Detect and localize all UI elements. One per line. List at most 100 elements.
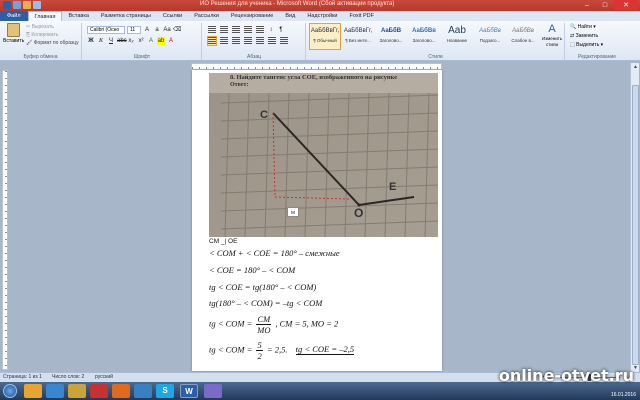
doc-line-6-mid: = 2,5. xyxy=(266,344,288,355)
italic-icon[interactable]: К xyxy=(97,37,105,45)
final-answer: tg < COE = –2,5 xyxy=(295,344,355,356)
document-page[interactable]: 8. Найдите тангенс угла COE, изображенно… xyxy=(192,70,442,371)
multilevel-list-icon[interactable] xyxy=(232,26,240,34)
tray-clock[interactable]: 16.01.2016 xyxy=(611,392,636,398)
watermark: online-otvet.ru xyxy=(498,366,634,385)
style-no-spacing[interactable]: АаБбВвГг, ¶ Без инте... xyxy=(342,23,374,50)
style-sample: АаБбВ xyxy=(380,28,402,34)
tab-references[interactable]: Ссылки xyxy=(157,11,188,21)
vertical-ruler[interactable] xyxy=(2,70,8,370)
clear-format-icon[interactable]: ⌫ xyxy=(173,26,181,34)
tab-file[interactable]: Файл xyxy=(0,11,28,21)
numbering-icon[interactable] xyxy=(220,26,228,34)
doc-line-6: tg < COM = 5 2 = 2,5. tg < COE = –2,5 xyxy=(209,340,355,361)
change-styles-button[interactable]: A Изменить стили xyxy=(539,23,565,48)
superscript-icon[interactable]: x² xyxy=(137,37,145,45)
firefox-icon[interactable] xyxy=(112,384,130,398)
paste-button[interactable]: Вставить xyxy=(3,23,25,44)
tab-mailings[interactable]: Рассылки xyxy=(188,11,225,21)
shading-icon[interactable] xyxy=(268,37,276,45)
style-subtle-emphasis[interactable]: АаБбВв Слабое в... xyxy=(507,23,539,50)
copy-button[interactable]: ⎘ Копировать xyxy=(26,31,79,39)
style-name: Слабое в... xyxy=(511,38,535,43)
font-name-combo[interactable]: Calibri (Осно xyxy=(87,26,125,34)
decrease-indent-icon[interactable] xyxy=(244,26,252,34)
strikethrough-icon[interactable]: abc xyxy=(117,37,127,45)
redo-icon[interactable] xyxy=(33,1,41,9)
line-spacing-icon[interactable] xyxy=(256,37,264,45)
bullets-icon[interactable] xyxy=(208,26,216,34)
style-heading-1[interactable]: АаБбВ Заголово... xyxy=(375,23,407,50)
align-left-icon[interactable] xyxy=(207,36,217,46)
quick-access-toolbar xyxy=(3,1,41,9)
fraction-5-2: 5 2 xyxy=(256,340,263,361)
word-taskbar-icon[interactable]: W xyxy=(180,384,198,398)
shrink-font-icon[interactable]: a xyxy=(153,26,161,34)
undo-icon[interactable] xyxy=(23,1,31,9)
select-button[interactable]: ⬚ Выделить ▾ xyxy=(570,41,603,50)
mail-icon[interactable] xyxy=(134,384,152,398)
grow-font-icon[interactable]: A xyxy=(143,26,151,34)
explorer-icon[interactable] xyxy=(24,384,42,398)
problem-answer: Ответ: xyxy=(230,82,249,88)
save-icon[interactable] xyxy=(13,1,21,9)
cut-button[interactable]: ✂ Вырезать xyxy=(26,23,79,31)
change-case-icon[interactable]: Aa xyxy=(163,26,171,34)
horizontal-ruler[interactable] xyxy=(191,63,442,70)
word-app-icon[interactable] xyxy=(3,1,11,9)
clipboard-group-label: Буфер обмена xyxy=(23,54,58,60)
vertical-scrollbar[interactable]: ▲ ▼ xyxy=(630,63,639,372)
scroll-up-icon[interactable]: ▲ xyxy=(631,63,640,71)
style-heading-2[interactable]: АаБбВв Заголово... xyxy=(408,23,440,50)
style-subtitle[interactable]: АаБбВв Подзаго... xyxy=(474,23,506,50)
status-language[interactable]: русский xyxy=(95,373,113,382)
tab-home[interactable]: Главная xyxy=(27,11,63,21)
tab-foxit-pdf[interactable]: Foxit PDF xyxy=(344,11,380,21)
label-o: O xyxy=(354,206,364,220)
maximize-button[interactable]: □ xyxy=(596,0,614,10)
text-effects-icon[interactable]: A xyxy=(147,37,155,45)
start-button[interactable] xyxy=(3,384,17,398)
find-button[interactable]: 🔍 Найти ▾ xyxy=(570,23,603,32)
format-painter-button[interactable]: 🖌 Формат по образцу xyxy=(26,39,79,47)
replace-button[interactable]: ⇄ Заменить xyxy=(570,32,603,41)
status-words[interactable]: Число слов: 2 xyxy=(52,373,84,382)
subscript-icon[interactable]: x₂ xyxy=(127,37,135,45)
opera-icon[interactable] xyxy=(90,384,108,398)
highlight-icon[interactable]: ab xyxy=(157,37,165,45)
fraction-denominator: MO xyxy=(257,325,271,335)
status-page[interactable]: Страница: 1 из 1 xyxy=(3,373,42,382)
fraction-numerator: CM xyxy=(256,314,272,325)
justify-icon[interactable] xyxy=(244,37,252,45)
tab-insert[interactable]: Вставка xyxy=(62,11,94,21)
folder-icon[interactable] xyxy=(68,384,86,398)
paste-label: Вставить xyxy=(3,38,25,44)
font-color-icon[interactable]: A xyxy=(167,37,175,45)
underline-icon[interactable]: Ч xyxy=(107,37,115,45)
browser-icon[interactable] xyxy=(46,384,64,398)
tab-view[interactable]: Вид xyxy=(279,11,301,21)
bold-icon[interactable]: Ж xyxy=(87,37,95,45)
align-center-icon[interactable] xyxy=(220,37,228,45)
tab-page-layout[interactable]: Разметка страницы xyxy=(95,11,157,21)
doc-line-3: tg < COE = tg(180° – < COM) xyxy=(209,282,317,292)
show-marks-icon[interactable]: ¶ xyxy=(277,26,285,34)
style-normal[interactable]: АаБбВвГг, ¶ Обычный xyxy=(309,23,341,50)
skype-icon[interactable]: S xyxy=(156,384,174,398)
app-icon[interactable] xyxy=(204,384,222,398)
tab-review[interactable]: Рецензирование xyxy=(225,11,279,21)
tab-addins[interactable]: Надстройки xyxy=(301,11,343,21)
find-label: Найти xyxy=(577,24,592,30)
doc-line-4: tg(180° – < COM) = –tg < COM xyxy=(209,298,323,308)
fraction-numerator: 5 xyxy=(256,340,263,351)
borders-icon[interactable] xyxy=(280,37,288,45)
style-title[interactable]: Aab Название xyxy=(441,23,473,50)
align-right-icon[interactable] xyxy=(232,37,240,45)
minimize-button[interactable]: – xyxy=(578,0,596,10)
change-styles-label: Изменить стили xyxy=(541,36,563,47)
scroll-thumb[interactable] xyxy=(632,85,639,365)
increase-indent-icon[interactable] xyxy=(256,26,264,34)
font-size-combo[interactable]: 11 xyxy=(127,26,141,34)
close-button[interactable]: ✕ xyxy=(614,0,638,10)
sort-icon[interactable]: ↕ xyxy=(267,26,275,34)
